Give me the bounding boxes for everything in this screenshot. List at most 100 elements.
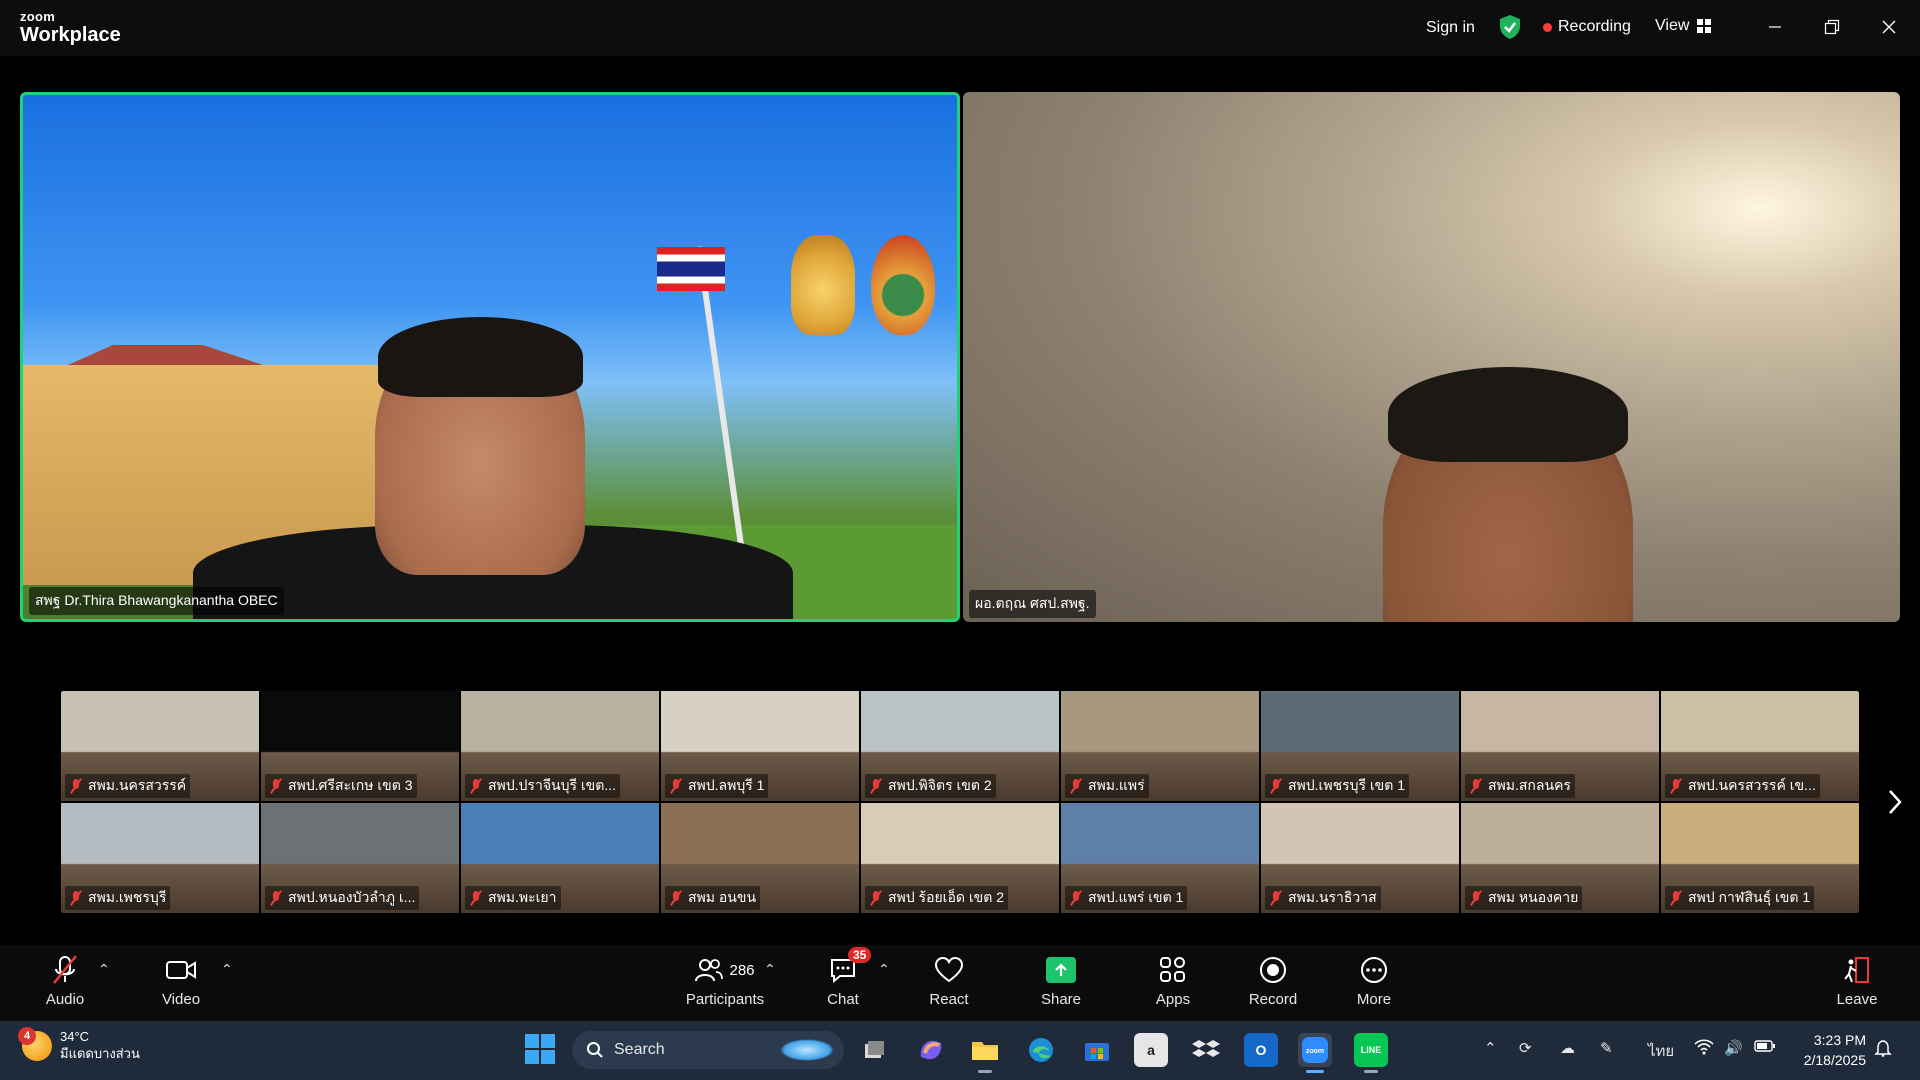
notification-bell-icon[interactable] <box>1874 1039 1892 1061</box>
participant-thumbnail[interactable]: สพม.นครสวรรค์ <box>60 690 260 802</box>
react-label: React <box>929 991 969 1008</box>
restore-icon <box>1824 19 1840 35</box>
obec-logo <box>871 235 935 335</box>
participant-thumbnail-label: สพม.นครสวรรค์ <box>65 774 191 798</box>
restore-button[interactable] <box>1809 12 1855 42</box>
participant-thumbnail[interactable]: สพป.เพชรบุรี เขต 1 <box>1260 690 1460 802</box>
participant-thumbnail[interactable]: สพม.นราธิวาส <box>1260 802 1460 914</box>
participant-name: สพป.ปราจีนบุรี เขต... <box>488 777 617 793</box>
participant-thumbnail-label: สพป.พิจิตร เขต 2 <box>865 774 996 798</box>
line-app-icon[interactable]: LINE <box>1354 1033 1388 1073</box>
participant-thumbnail[interactable]: สพม.พะเยา <box>460 802 660 914</box>
recording-dot-icon <box>1543 22 1552 32</box>
participant-thumbnail[interactable]: สพป.ศรีสะเกษ เขต 3 <box>260 690 460 802</box>
participants-options-caret[interactable]: ⌃ <box>764 961 776 978</box>
react-button[interactable]: React <box>904 953 994 1008</box>
microsoft-store-icon[interactable] <box>1080 1033 1114 1067</box>
audio-button[interactable]: Audio <box>20 953 110 1008</box>
participant-thumbnail[interactable]: สพป กาฬสินธุ์ เขต 1 <box>1660 802 1860 914</box>
sync-icon[interactable]: ⟳ <box>1519 1039 1532 1057</box>
record-button[interactable]: Record <box>1228 953 1318 1008</box>
participant-thumbnail[interactable]: สพม.เพชรบุรี <box>60 802 260 914</box>
input-language[interactable]: ไทย <box>1648 1039 1674 1063</box>
next-page-button[interactable] <box>1884 784 1906 820</box>
minimize-button[interactable] <box>1752 12 1798 42</box>
dropbox-icon[interactable] <box>1189 1033 1223 1067</box>
search-highlight-image <box>780 1039 834 1061</box>
task-view-icon[interactable] <box>857 1033 891 1067</box>
volume-icon[interactable]: 🔊 <box>1724 1039 1743 1057</box>
microphone-muted-icon <box>1269 778 1283 794</box>
pen-input-icon[interactable]: ✎ <box>1600 1039 1613 1057</box>
participant-thumbnail[interactable]: สพป.พิจิตร เขต 2 <box>860 690 1060 802</box>
participant-thumbnail-label: สพม อนขน <box>665 886 761 910</box>
participant-name: สพป.หนองบัวลำภู เ... <box>288 889 416 905</box>
chat-label: Chat <box>827 991 859 1008</box>
participant-video-tile[interactable]: ผอ.ตฤณ ศสป.สพฐ. <box>963 92 1900 622</box>
file-explorer-icon[interactable] <box>968 1033 1002 1073</box>
participant-name: สพป.แพร่ เขต 1 <box>1088 889 1184 905</box>
microphone-muted-icon <box>1669 778 1683 794</box>
participant-thumbnail[interactable]: สพป ร้อยเอ็ด เขต 2 <box>860 802 1060 914</box>
participant-thumbnail[interactable]: สพป.ลพบุรี 1 <box>660 690 860 802</box>
recording-indicator[interactable]: Recording <box>1543 18 1631 36</box>
battery-icon[interactable] <box>1754 1039 1776 1057</box>
svg-text:zoom: zoom <box>1306 1048 1324 1055</box>
video-camera-icon <box>166 961 196 979</box>
chat-button[interactable]: 35 Chat <box>798 947 888 1008</box>
speaker-video-tile[interactable]: สพฐ Dr.Thira Bhawangkanantha OBEC <box>20 92 960 622</box>
participant-thumbnail-label: สพป.ลพบุรี 1 <box>665 774 769 798</box>
participant-thumbnail-label: สพป กาฬสินธุ์ เขต 1 <box>1665 886 1815 910</box>
grid-view-icon <box>1697 19 1712 33</box>
participant-thumbnail[interactable]: สพป.ปราจีนบุรี เขต... <box>460 690 660 802</box>
thai-flag <box>657 247 725 291</box>
video-options-caret[interactable]: ⌃ <box>221 961 233 978</box>
onedrive-cloud-icon[interactable]: ☁ <box>1560 1039 1575 1057</box>
windows-start-button[interactable] <box>525 1034 555 1064</box>
participant-thumbnail[interactable]: สพม หนองคาย <box>1460 802 1660 914</box>
more-button[interactable]: More <box>1329 953 1419 1008</box>
participant-name: สพม อนขน <box>688 889 757 905</box>
more-label: More <box>1356 991 1392 1008</box>
copilot-icon[interactable] <box>914 1033 948 1067</box>
participant-thumbnail[interactable]: สพป.นครสวรรค์ เข... <box>1660 690 1860 802</box>
outlook-icon[interactable]: O <box>1244 1033 1278 1067</box>
weather-widget[interactable]: 4 34°C มีแดดบางส่วน <box>18 1026 140 1063</box>
apps-button[interactable]: Apps <box>1128 953 1218 1008</box>
participant-name: สพม หนองคาย <box>1488 889 1579 905</box>
leave-label: Leave <box>1836 991 1878 1008</box>
participant-thumbnail[interactable]: สพม.สกลนคร <box>1460 690 1660 802</box>
audio-options-caret[interactable]: ⌃ <box>98 961 110 978</box>
participant-thumbnail[interactable]: สพม.แพร่ <box>1060 690 1260 802</box>
clock-time: 3:23 PM <box>1813 1032 1866 1048</box>
taskbar-search[interactable]: Search <box>572 1031 844 1069</box>
microphone-muted-icon <box>469 890 483 906</box>
chevron-right-icon <box>1889 790 1902 814</box>
edge-browser-icon[interactable] <box>1024 1033 1058 1067</box>
view-label: View <box>1655 17 1690 34</box>
participant-thumbnail[interactable]: สพป.หนองบัวลำภู เ... <box>260 802 460 914</box>
microphone-muted-icon <box>269 778 283 794</box>
system-clock[interactable]: 3:23 PM 2/18/2025 <box>1790 1031 1866 1070</box>
participant-thumbnail[interactable]: สพม อนขน <box>660 802 860 914</box>
sign-in-link[interactable]: Sign in <box>1426 0 1475 56</box>
microphone-muted-icon <box>1669 890 1683 906</box>
share-button[interactable]: Share <box>1016 953 1106 1008</box>
zoom-app-icon[interactable]: zoom <box>1298 1033 1332 1073</box>
amazon-icon[interactable]: a <box>1134 1033 1168 1067</box>
share-screen-icon <box>1046 957 1076 983</box>
participant-thumbnail-label: สพม.แพร่ <box>1065 774 1149 798</box>
participant-name: สพป.เพชรบุรี เขต 1 <box>1288 777 1406 793</box>
microphone-muted-icon <box>869 778 883 794</box>
wifi-icon[interactable] <box>1694 1039 1714 1059</box>
show-hidden-icons-chevron[interactable]: ⌃ <box>1484 1039 1497 1057</box>
view-button[interactable]: View <box>1655 17 1712 35</box>
participant-name: สพม.พะเยา <box>488 889 557 905</box>
chat-options-caret[interactable]: ⌃ <box>878 961 890 978</box>
leave-button[interactable]: Leave <box>1812 953 1902 1008</box>
participant-thumbnail[interactable]: สพป.แพร่ เขต 1 <box>1060 802 1260 914</box>
video-button[interactable]: Video <box>136 953 226 1008</box>
close-button[interactable] <box>1866 12 1912 42</box>
participants-icon <box>695 959 724 982</box>
shield-check-icon[interactable] <box>1498 14 1522 40</box>
